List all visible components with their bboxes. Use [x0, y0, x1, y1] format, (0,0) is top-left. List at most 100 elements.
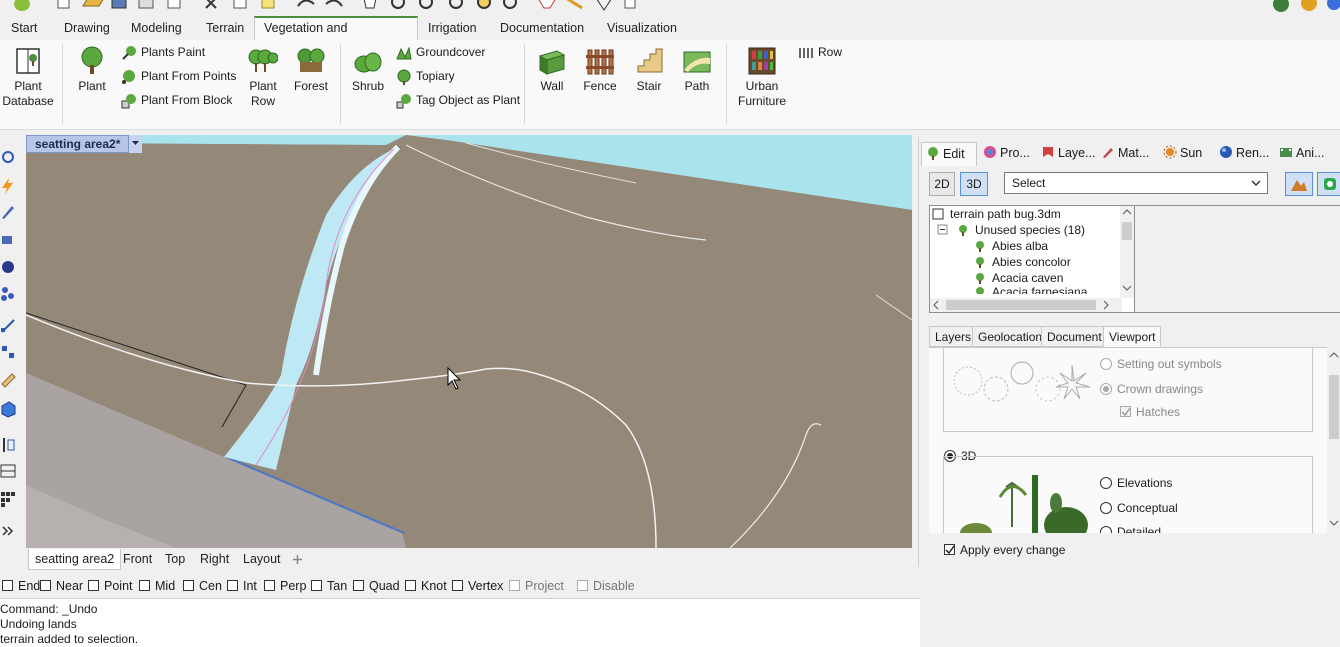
transform-icon[interactable]	[0, 316, 16, 334]
elevations-option[interactable]: Elevations	[1100, 475, 1172, 491]
tab-drawing[interactable]: Drawing	[55, 16, 119, 40]
tab-terrain[interactable]: Terrain	[197, 16, 253, 40]
checkbox[interactable]	[944, 544, 955, 555]
grid-icon[interactable]	[0, 490, 16, 508]
2d-toggle-button[interactable]: 2D	[929, 172, 955, 196]
viewport-title[interactable]: seatting area2*	[26, 135, 142, 153]
checkbox[interactable]	[452, 580, 463, 591]
tab-top[interactable]: Top	[159, 549, 191, 570]
osnap-vertex[interactable]: Vertex	[452, 577, 503, 595]
tab-right[interactable]: Right	[194, 549, 235, 570]
plant-from-block-button[interactable]: Plant From Block	[121, 90, 232, 110]
checkbox[interactable]	[577, 580, 588, 591]
command-history[interactable]: Command: _Undo Undoing lands terrain add…	[0, 598, 920, 647]
plant-from-points-button[interactable]: Plant From Points	[121, 66, 236, 86]
subtab-layers[interactable]: Layers	[929, 326, 978, 347]
plants-paint-button[interactable]: Plants Paint	[121, 42, 205, 62]
collapse-icon[interactable]	[937, 224, 949, 236]
extrude-icon[interactable]	[0, 228, 16, 246]
checkbox[interactable]	[2, 580, 13, 591]
vertical-scrollbar[interactable]	[1120, 206, 1134, 298]
section-icon[interactable]	[0, 436, 16, 454]
plant-filter-button[interactable]	[1317, 172, 1340, 196]
osnap-perp[interactable]: Perp	[264, 577, 306, 595]
tab-visualization[interactable]: Visualization	[598, 16, 686, 40]
viewport-menu-dropdown[interactable]	[128, 135, 142, 153]
osnap-cen[interactable]: Cen	[183, 577, 222, 595]
panel-tab-layers[interactable]: Laye...	[1037, 142, 1096, 166]
osnap-quad[interactable]: Quad	[353, 577, 400, 595]
plant-tree-view[interactable]: terrain path bug.3dm Unused species (18)…	[929, 205, 1135, 313]
more-tools-icon[interactable]	[0, 522, 16, 540]
plant-row-button[interactable]: Plant Row	[244, 46, 282, 109]
panel-tab-sun[interactable]: Sun	[1159, 142, 1202, 166]
checkbox[interactable]	[311, 580, 322, 591]
solid-icon[interactable]	[0, 257, 16, 275]
tab-modeling[interactable]: Modeling	[122, 16, 191, 40]
tab-irrigation[interactable]: Irrigation	[419, 16, 486, 40]
radio[interactable]	[1100, 526, 1112, 533]
osnap-mid[interactable]: Mid	[139, 577, 175, 595]
topiary-button[interactable]: Topiary	[396, 66, 455, 86]
tab-start[interactable]: Start	[2, 16, 46, 40]
subtab-document[interactable]: Document	[1041, 326, 1108, 347]
tab-documentation[interactable]: Documentation	[491, 16, 593, 40]
checkbox[interactable]	[264, 580, 275, 591]
panel-tab-edit[interactable]: Edit	[921, 142, 977, 166]
gear-select-icon[interactable]	[0, 148, 16, 166]
osnap-near[interactable]: Near	[40, 577, 83, 595]
checkbox[interactable]	[88, 580, 99, 591]
detailed-option[interactable]: Detailed	[1100, 524, 1161, 533]
tree-item[interactable]: Acacia caven	[974, 270, 1063, 286]
osnap-knot[interactable]: Knot	[405, 577, 447, 595]
checkbox[interactable]	[40, 580, 51, 591]
checkbox[interactable]	[139, 580, 150, 591]
horizontal-scrollbar[interactable]	[930, 298, 1122, 312]
subtab-geolocation[interactable]: Geolocation	[972, 326, 1049, 347]
tab-vegetation-and-hardscape[interactable]: Vegetation and Hardscape	[254, 16, 418, 56]
osnap-int[interactable]: Int	[227, 577, 257, 595]
radio[interactable]	[1100, 502, 1112, 514]
3d-toggle-button[interactable]: 3D	[960, 172, 988, 196]
conceptual-option[interactable]: Conceptual	[1100, 500, 1178, 516]
tag-object-as-plant-button[interactable]: Tag Object as Plant	[396, 90, 520, 110]
tree-item[interactable]: Acacia farnesiana	[974, 286, 1087, 294]
urban-furniture-button[interactable]: Urban Furniture	[734, 46, 790, 109]
plant-database-button[interactable]: Plant Database	[2, 46, 54, 109]
radio[interactable]	[1100, 477, 1112, 489]
settings-scrollbar[interactable]	[1327, 347, 1340, 533]
layout-icon[interactable]	[0, 462, 16, 480]
groundcover-button[interactable]: Groundcover	[396, 42, 485, 62]
stair-button[interactable]: Stair	[630, 46, 668, 94]
osnap-tan[interactable]: Tan	[311, 577, 347, 595]
subtab-viewport[interactable]: Viewport	[1103, 326, 1162, 347]
wall-button[interactable]: Wall	[534, 46, 570, 94]
perspective-viewport[interactable]: seatting area2*	[26, 135, 912, 548]
path-button[interactable]: Path	[678, 46, 716, 94]
panel-tab-properties[interactable]: Pro...	[979, 142, 1030, 166]
apply-every-change-checkbox[interactable]: Apply every change	[944, 542, 1065, 558]
array-icon[interactable]	[0, 343, 16, 361]
forest-button[interactable]: Forest	[290, 46, 332, 94]
select-dropdown[interactable]: Select	[1004, 172, 1268, 194]
tree-item[interactable]: Abies alba	[974, 238, 1048, 254]
terrain-view-button[interactable]	[1285, 172, 1313, 196]
panel-tab-animation[interactable]: Ani...	[1275, 142, 1325, 166]
osnap-end[interactable]: End	[2, 577, 40, 595]
panel-tab-materials[interactable]: Mat...	[1097, 142, 1149, 166]
checkbox[interactable]	[353, 580, 364, 591]
tab-front[interactable]: Front	[117, 549, 158, 570]
tree-root[interactable]: terrain path bug.3dm	[932, 206, 1061, 222]
checkbox[interactable]	[405, 580, 416, 591]
tree-group[interactable]: Unused species (18)	[937, 222, 1085, 238]
tab-seatting-area2[interactable]: seatting area2	[28, 549, 122, 570]
tree-item[interactable]: Abies concolor	[974, 254, 1071, 270]
row-button[interactable]: Row	[798, 42, 842, 62]
osnap-disable[interactable]: Disable	[577, 577, 635, 595]
checkbox[interactable]	[183, 580, 194, 591]
plus-icon[interactable]	[292, 554, 303, 565]
lightning-icon[interactable]	[0, 177, 16, 195]
fence-button[interactable]: Fence	[580, 46, 620, 94]
tab-layout[interactable]: Layout	[237, 549, 287, 570]
osnap-point[interactable]: Point	[88, 577, 133, 595]
